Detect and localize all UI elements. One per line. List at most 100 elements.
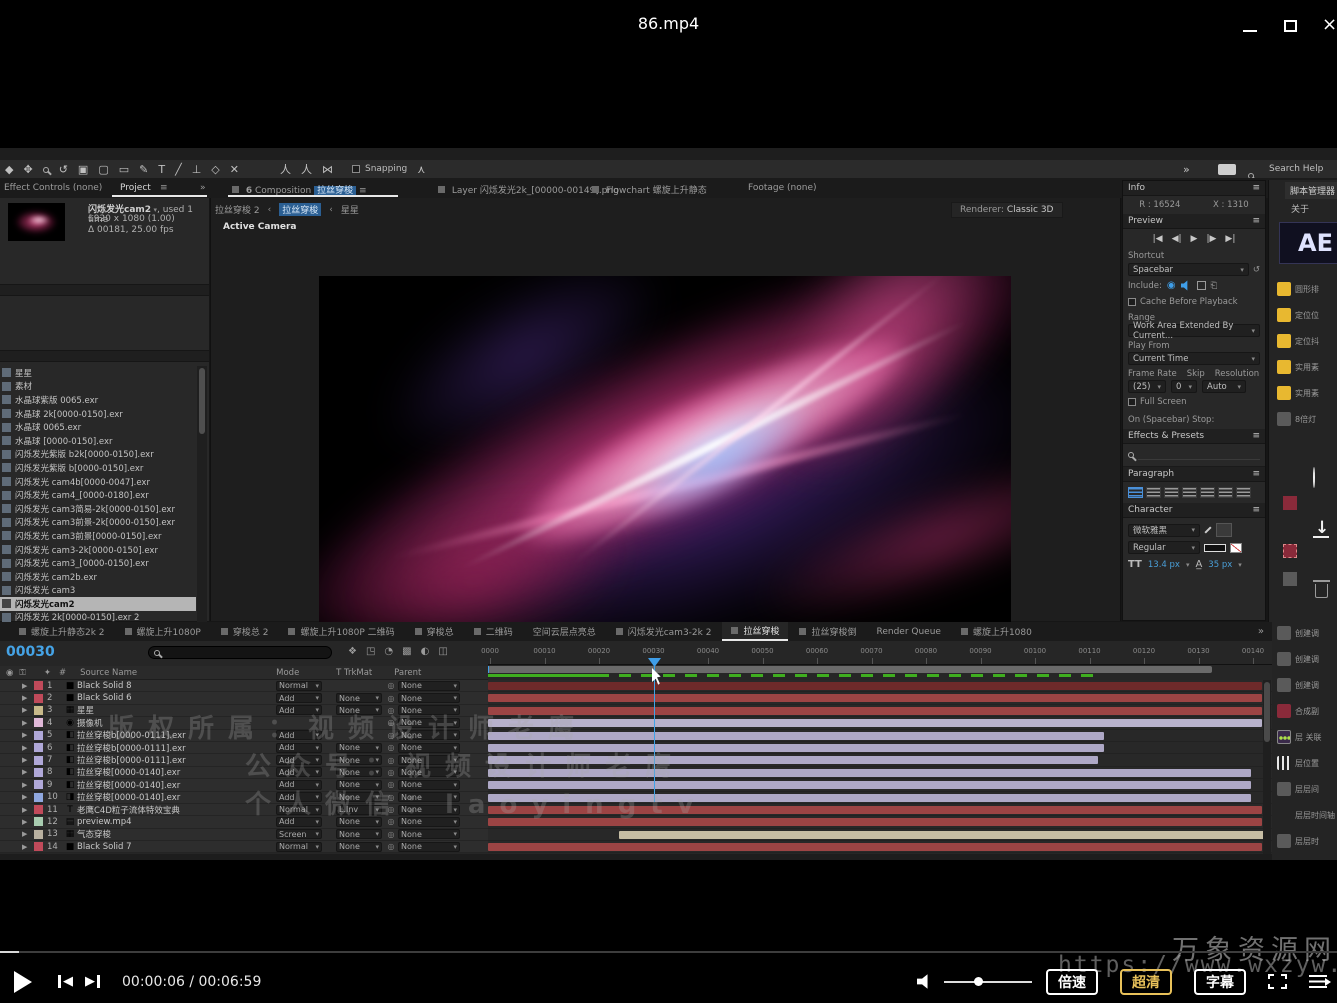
project-list-item[interactable]: 闪烁发光紫版 b[0000-0150].exr xyxy=(0,461,196,475)
tab-effect-controls[interactable]: Effect Controls (none) xyxy=(4,183,102,193)
parent-select[interactable]: None▾ xyxy=(398,681,460,691)
frame-blend-icon[interactable]: ▩ xyxy=(402,646,411,657)
script-tool-item[interactable]: 创建调 xyxy=(1269,620,1337,646)
frame-rate-select[interactable]: (25)▾ xyxy=(1128,380,1166,393)
eraser-tool-icon[interactable]: ◇ xyxy=(211,163,219,176)
script-tool-item[interactable]: 合成副 xyxy=(1269,698,1337,724)
justify-last-right-button[interactable] xyxy=(1218,487,1233,498)
quality-button[interactable]: 超清 xyxy=(1120,969,1172,995)
expand-arrow-icon[interactable]: ▶ xyxy=(22,818,34,826)
draft3d-icon[interactable]: ◳ xyxy=(366,646,375,657)
effects-presets-header[interactable]: Effects & Presets≡ xyxy=(1123,429,1265,444)
brush-tool-icon[interactable]: ╱ xyxy=(175,163,182,176)
layer-color-swatch[interactable] xyxy=(34,805,43,814)
font-size-value[interactable]: 13.4 px xyxy=(1148,560,1180,570)
project-list-item[interactable]: 闪烁发光 cam4b[0000-0047].exr xyxy=(0,475,196,489)
pickwhip-icon[interactable]: ◎ xyxy=(384,694,398,703)
justify-last-center-button[interactable] xyxy=(1200,487,1215,498)
maximize-button[interactable] xyxy=(1284,20,1297,32)
trkmat-select[interactable]: None▾ xyxy=(336,693,382,703)
trkmat-select[interactable]: None▾ xyxy=(336,829,382,839)
align-left-button[interactable] xyxy=(1128,487,1143,498)
tabs-overflow-icon[interactable]: » xyxy=(1258,626,1264,637)
project-list-item[interactable]: 星星 xyxy=(0,366,196,380)
zoom-tool-icon[interactable] xyxy=(43,163,49,176)
full-screen-checkbox[interactable] xyxy=(1128,398,1136,406)
overlays-include-icon[interactable] xyxy=(1197,281,1206,290)
pickwhip-icon[interactable]: ◎ xyxy=(384,830,398,839)
layer-color-swatch[interactable] xyxy=(34,706,43,715)
layer-color-swatch[interactable] xyxy=(34,768,43,777)
expand-arrow-icon[interactable]: ▶ xyxy=(22,744,34,752)
expand-arrow-icon[interactable]: ▶ xyxy=(22,731,34,739)
timeline-tab[interactable]: 二维码 xyxy=(465,622,522,641)
timeline-tab[interactable]: 螺旋上升1080P xyxy=(116,622,210,641)
layer-color-swatch[interactable] xyxy=(34,731,43,740)
badge-icon[interactable] xyxy=(1283,496,1297,510)
blend-mode-select[interactable]: Add▾ xyxy=(276,693,322,703)
project-list-item[interactable]: 水晶球 2k[0000-0150].exr xyxy=(0,407,196,421)
play-button[interactable] xyxy=(14,971,32,993)
layer-color-swatch[interactable] xyxy=(34,780,43,789)
composition-mini-icon[interactable]: ❖ xyxy=(348,646,357,657)
preset-icon[interactable] xyxy=(1283,544,1297,558)
expand-arrow-icon[interactable]: ▶ xyxy=(22,706,34,714)
video-include-icon[interactable]: ◉ xyxy=(1167,280,1176,291)
parent-column[interactable]: Parent xyxy=(394,668,421,678)
pen-tool-icon[interactable]: ✎ xyxy=(139,163,148,176)
layer-row[interactable]: ▶ 14 ■ Black Solid 7 Normal▾ None▾ ◎ Non… xyxy=(0,841,488,853)
project-list-item[interactable]: 闪烁发光 cam3 xyxy=(0,584,196,598)
layer-color-swatch[interactable] xyxy=(34,694,43,703)
minimize-button[interactable] xyxy=(1243,30,1257,32)
timeline-tab[interactable]: 螺旋上升1080P 二维码 xyxy=(279,622,403,641)
project-list-item[interactable]: 水晶球紫版 0065.exr xyxy=(0,393,196,407)
justify-last-left-button[interactable] xyxy=(1182,487,1197,498)
layer-color-swatch[interactable] xyxy=(34,743,43,752)
timeline-tab[interactable]: 拉丝穿梭倒 xyxy=(790,622,865,641)
project-list-item[interactable]: 闪烁发光 cam3_[0000-0150].exr xyxy=(0,556,196,570)
timeline-tab[interactable]: 拉丝穿梭 xyxy=(722,622,788,641)
project-list-item[interactable]: 闪烁发光 cam4_[0000-0180].exr xyxy=(0,488,196,502)
pickwhip-icon[interactable]: ◎ xyxy=(384,681,398,690)
blend-mode-select[interactable]: Screen▾ xyxy=(276,829,322,839)
layer-duration-bar[interactable] xyxy=(619,831,1268,839)
timeline-tab[interactable]: 空间云层点亮总 xyxy=(524,622,605,641)
speed-button[interactable]: 倍速 xyxy=(1046,969,1098,995)
expand-arrow-icon[interactable]: ▶ xyxy=(22,781,34,789)
volume-knob[interactable] xyxy=(974,977,983,986)
script-tool-item[interactable]: 层层间 xyxy=(1269,776,1337,802)
about-link[interactable]: 关于 xyxy=(1291,202,1309,215)
parent-select[interactable]: None▾ xyxy=(398,829,460,839)
hand-tool-icon[interactable]: ✥ xyxy=(23,163,32,176)
project-list-item[interactable]: 闪烁发光 cam3简易-2k[0000-0150].exr xyxy=(0,502,196,516)
expand-arrow-icon[interactable]: ▶ xyxy=(22,806,34,814)
download-icon[interactable]: ↓ xyxy=(1315,522,1337,534)
range-select[interactable]: Work Area Extended By Current...▾ xyxy=(1128,324,1260,337)
layer-color-swatch[interactable] xyxy=(34,681,43,690)
cache-checkbox[interactable] xyxy=(1128,298,1136,306)
layer-name[interactable]: Black Solid 7 xyxy=(77,842,276,852)
parent-select[interactable]: None▾ xyxy=(398,693,460,703)
project-list-item[interactable]: 闪烁发光 cam2b.exr xyxy=(0,570,196,584)
project-panel-menu-icon[interactable]: ≡ xyxy=(160,183,168,193)
preview-panel-header[interactable]: Preview≡ xyxy=(1123,214,1265,229)
tab-overflow-icon[interactable]: » xyxy=(200,183,206,193)
play-from-select[interactable]: Current Time▾ xyxy=(1128,352,1260,365)
graph-editor-icon[interactable]: ◫ xyxy=(438,646,447,657)
layer-duration-bar[interactable] xyxy=(488,694,1262,702)
selection-tool-icon[interactable]: ◆ xyxy=(5,163,13,176)
trkmat-column[interactable]: T TrkMat xyxy=(336,668,394,678)
next-video-button[interactable]: ▶ xyxy=(85,974,100,989)
export-include-icon[interactable]: ⎗ xyxy=(1211,281,1218,291)
tab-flowchart[interactable]: Flowchart 螺旋上升静态 xyxy=(592,183,707,196)
subtitle-button[interactable]: 字幕 xyxy=(1194,969,1246,995)
layer-color-swatch[interactable] xyxy=(34,793,43,802)
script-tool-item[interactable]: 层 关联 xyxy=(1269,724,1337,750)
close-button[interactable]: × xyxy=(1322,14,1337,35)
blend-mode-select[interactable]: Normal▾ xyxy=(276,681,322,691)
current-timecode[interactable]: 00030 xyxy=(6,644,55,660)
timeline-tab[interactable]: Render Queue xyxy=(867,622,949,641)
last-frame-icon[interactable]: ▶| xyxy=(1225,234,1235,244)
timeline-tab[interactable]: 穿梭总 2 xyxy=(212,622,278,641)
expand-arrow-icon[interactable]: ▶ xyxy=(22,719,34,727)
